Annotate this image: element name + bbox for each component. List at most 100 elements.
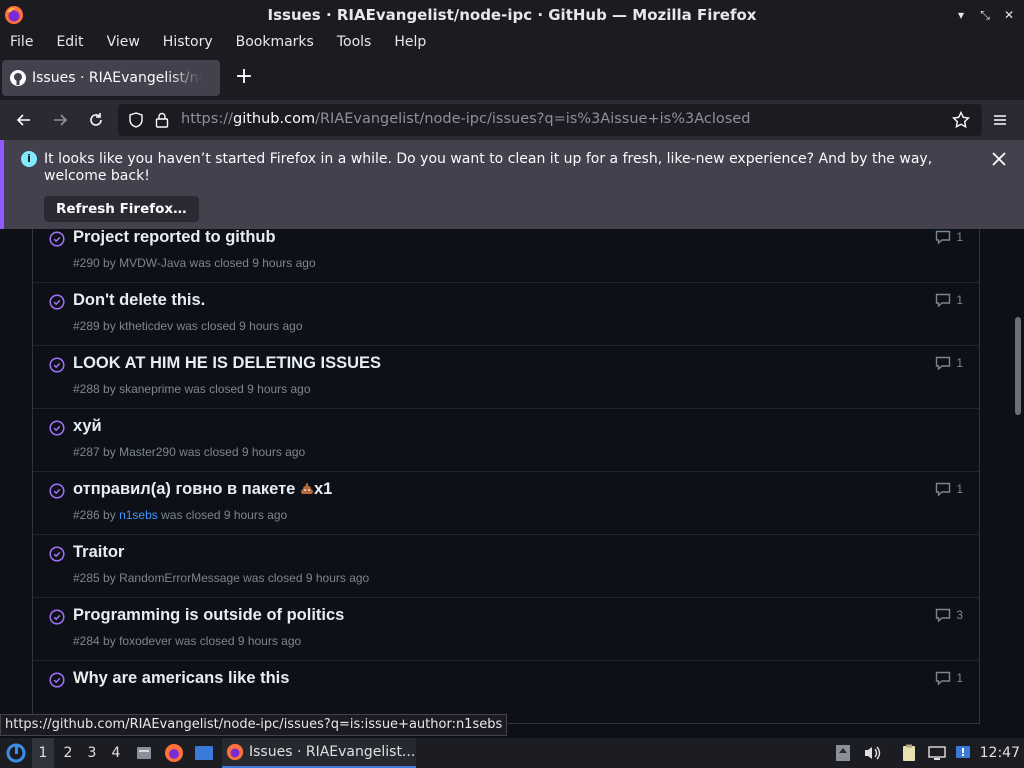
issue-comment-count: 1 xyxy=(956,356,963,370)
workspace-1[interactable]: 1 xyxy=(32,738,54,768)
issue-by-label: by xyxy=(103,508,116,522)
issue-row[interactable]: отправил(а) говно в пакете x1 #286 by n1s… xyxy=(33,471,979,534)
issue-status-text: was closed 9 hours ago xyxy=(175,634,302,648)
issue-title-link[interactable]: Programming is outside of politics xyxy=(73,606,344,625)
issue-comments-link[interactable]: 1 xyxy=(935,482,963,496)
back-button[interactable] xyxy=(12,108,36,132)
tray-network[interactable] xyxy=(926,738,948,768)
tab-issues[interactable]: Issues · RIAEvangelist/node-ipc xyxy=(2,60,220,96)
issue-comment-count: 1 xyxy=(956,671,963,685)
issue-title-link[interactable]: LOOK AT HIM HE IS DELETING ISSUES xyxy=(73,354,381,373)
scrollbar[interactable] xyxy=(1012,229,1024,738)
issue-author-link[interactable]: n1sebs xyxy=(119,508,158,522)
issue-title-link[interactable]: хуй xyxy=(73,417,102,436)
issue-title: Don't delete this. xyxy=(73,291,206,309)
issue-title: Programming is outside of politics xyxy=(73,606,345,624)
file-manager-launcher[interactable] xyxy=(133,738,155,768)
reload-button[interactable] xyxy=(84,108,108,132)
close-icon[interactable] xyxy=(990,150,1008,168)
issue-author-link[interactable]: ktheticdev xyxy=(119,319,173,333)
issue-comments-link[interactable]: 3 xyxy=(935,608,963,622)
issue-author-link[interactable]: MVDW-Java xyxy=(119,256,186,270)
workspace-3[interactable]: 3 xyxy=(81,738,103,768)
forward-arrow-icon xyxy=(54,114,68,126)
issue-comments-link[interactable]: 1 xyxy=(935,230,963,244)
issue-comment-count: 1 xyxy=(956,482,963,496)
forward-button[interactable] xyxy=(48,108,72,132)
updates-icon xyxy=(836,745,850,761)
url-prefix: https:// xyxy=(181,111,233,127)
issue-row[interactable]: Programming is outside of politics #284 b… xyxy=(33,597,979,660)
issue-row[interactable]: LOOK AT HIM HE IS DELETING ISSUES #288 by… xyxy=(33,345,979,408)
workspace-4[interactable]: 4 xyxy=(105,738,127,768)
window-titlebar: Issues · RIAEvangelist/node-ipc · GitHub… xyxy=(0,0,1024,30)
issue-title: LOOK AT HIM HE IS DELETING ISSUES xyxy=(73,354,382,372)
tray-volume[interactable] xyxy=(862,738,882,768)
network-icon xyxy=(928,746,946,760)
firefox-launcher[interactable] xyxy=(163,738,185,768)
refresh-firefox-button[interactable]: Refresh Firefox… xyxy=(44,196,199,222)
menu-bookmarks[interactable]: Bookmarks xyxy=(236,34,314,50)
issue-row[interactable]: хуй #287 by Master290 was closed 9 hours … xyxy=(33,408,979,471)
issue-title-link[interactable]: Don't delete this. xyxy=(73,291,205,310)
issue-number: #285 xyxy=(73,571,100,585)
issue-author-link[interactable]: Master290 xyxy=(119,445,176,459)
comment-icon xyxy=(936,671,951,685)
menu-file[interactable]: File xyxy=(10,34,33,50)
tray-notifications[interactable] xyxy=(953,738,973,768)
issue-number: #287 xyxy=(73,445,100,459)
closed-issue-icon xyxy=(49,483,65,499)
issue-row[interactable]: Don't delete this. #289 by ktheticdev was… xyxy=(33,282,979,345)
bookmark-button[interactable] xyxy=(949,108,973,132)
menu-tools[interactable]: Tools xyxy=(337,34,372,50)
issue-status-text: was closed 9 hours ago xyxy=(161,508,288,522)
issue-title-link[interactable]: отправил(а) говно в пакете x1 xyxy=(73,480,332,499)
start-menu-button[interactable] xyxy=(4,738,28,768)
firefox-launcher-icon xyxy=(165,744,183,762)
scrollbar-thumb[interactable] xyxy=(1015,317,1021,415)
url-text[interactable]: https://github.com/RIAEvangelist/node-ip… xyxy=(181,111,750,127)
shield-icon[interactable] xyxy=(128,112,144,128)
comment-icon xyxy=(936,230,951,244)
star-icon xyxy=(952,111,970,129)
poop-emoji-icon xyxy=(300,483,313,494)
tray-clipboard[interactable] xyxy=(898,738,920,768)
page-content: Project reported to github #290 by MVDW-J… xyxy=(0,229,1012,738)
restore-icon[interactable]: ⤡ xyxy=(976,6,994,24)
menu-view[interactable]: View xyxy=(107,34,140,50)
url-bar[interactable]: https://github.com/RIAEvangelist/node-ip… xyxy=(118,104,982,136)
issue-title-link[interactable]: Traitor xyxy=(73,543,124,562)
lock-icon[interactable] xyxy=(155,112,169,128)
issue-comments-link[interactable]: 1 xyxy=(935,293,963,307)
closed-issue-icon xyxy=(49,294,65,310)
issue-comments-link[interactable]: 1 xyxy=(935,356,963,370)
menu-edit[interactable]: Edit xyxy=(56,34,83,50)
minimize-icon[interactable]: ▾ xyxy=(952,6,970,24)
issue-number: #288 xyxy=(73,382,100,396)
issue-row[interactable]: Traitor #285 by RandomErrorMessage was cl… xyxy=(33,534,979,597)
terminal-launcher[interactable] xyxy=(192,738,216,768)
issue-by-label: by xyxy=(103,634,116,648)
issue-title-link[interactable]: Why are americans like this xyxy=(73,669,289,688)
issue-author-link[interactable]: RandomErrorMessage xyxy=(119,571,240,585)
issue-title-link[interactable]: Project reported to github xyxy=(73,229,276,247)
app-menu-button[interactable] xyxy=(988,108,1012,132)
menu-history[interactable]: History xyxy=(163,34,213,50)
close-window-icon[interactable]: ✕ xyxy=(1000,6,1018,24)
issue-by-label: by xyxy=(103,256,116,270)
issue-comments-link[interactable]: 1 xyxy=(935,671,963,685)
issue-author-link[interactable]: skaneprime xyxy=(119,382,181,396)
workspace-2[interactable]: 2 xyxy=(57,738,79,768)
menu-help[interactable]: Help xyxy=(394,34,426,50)
taskbar-firefox-window[interactable]: Issues · RIAEvangelist... xyxy=(222,738,416,768)
issue-meta: #288 by skaneprime was closed 9 hours ag… xyxy=(73,382,311,396)
tray-updates[interactable] xyxy=(833,738,853,768)
notification-icon xyxy=(956,746,970,758)
issue-row[interactable]: Project reported to github #290 by MVDW-J… xyxy=(33,229,979,282)
issue-author-link[interactable]: foxodever xyxy=(119,634,172,648)
closed-issue-icon xyxy=(49,231,65,247)
new-tab-button[interactable]: + xyxy=(233,66,255,89)
menu-bar: File Edit View History Bookmarks Tools H… xyxy=(0,30,1024,54)
distro-logo-icon xyxy=(6,743,26,763)
issue-number: #289 xyxy=(73,319,100,333)
